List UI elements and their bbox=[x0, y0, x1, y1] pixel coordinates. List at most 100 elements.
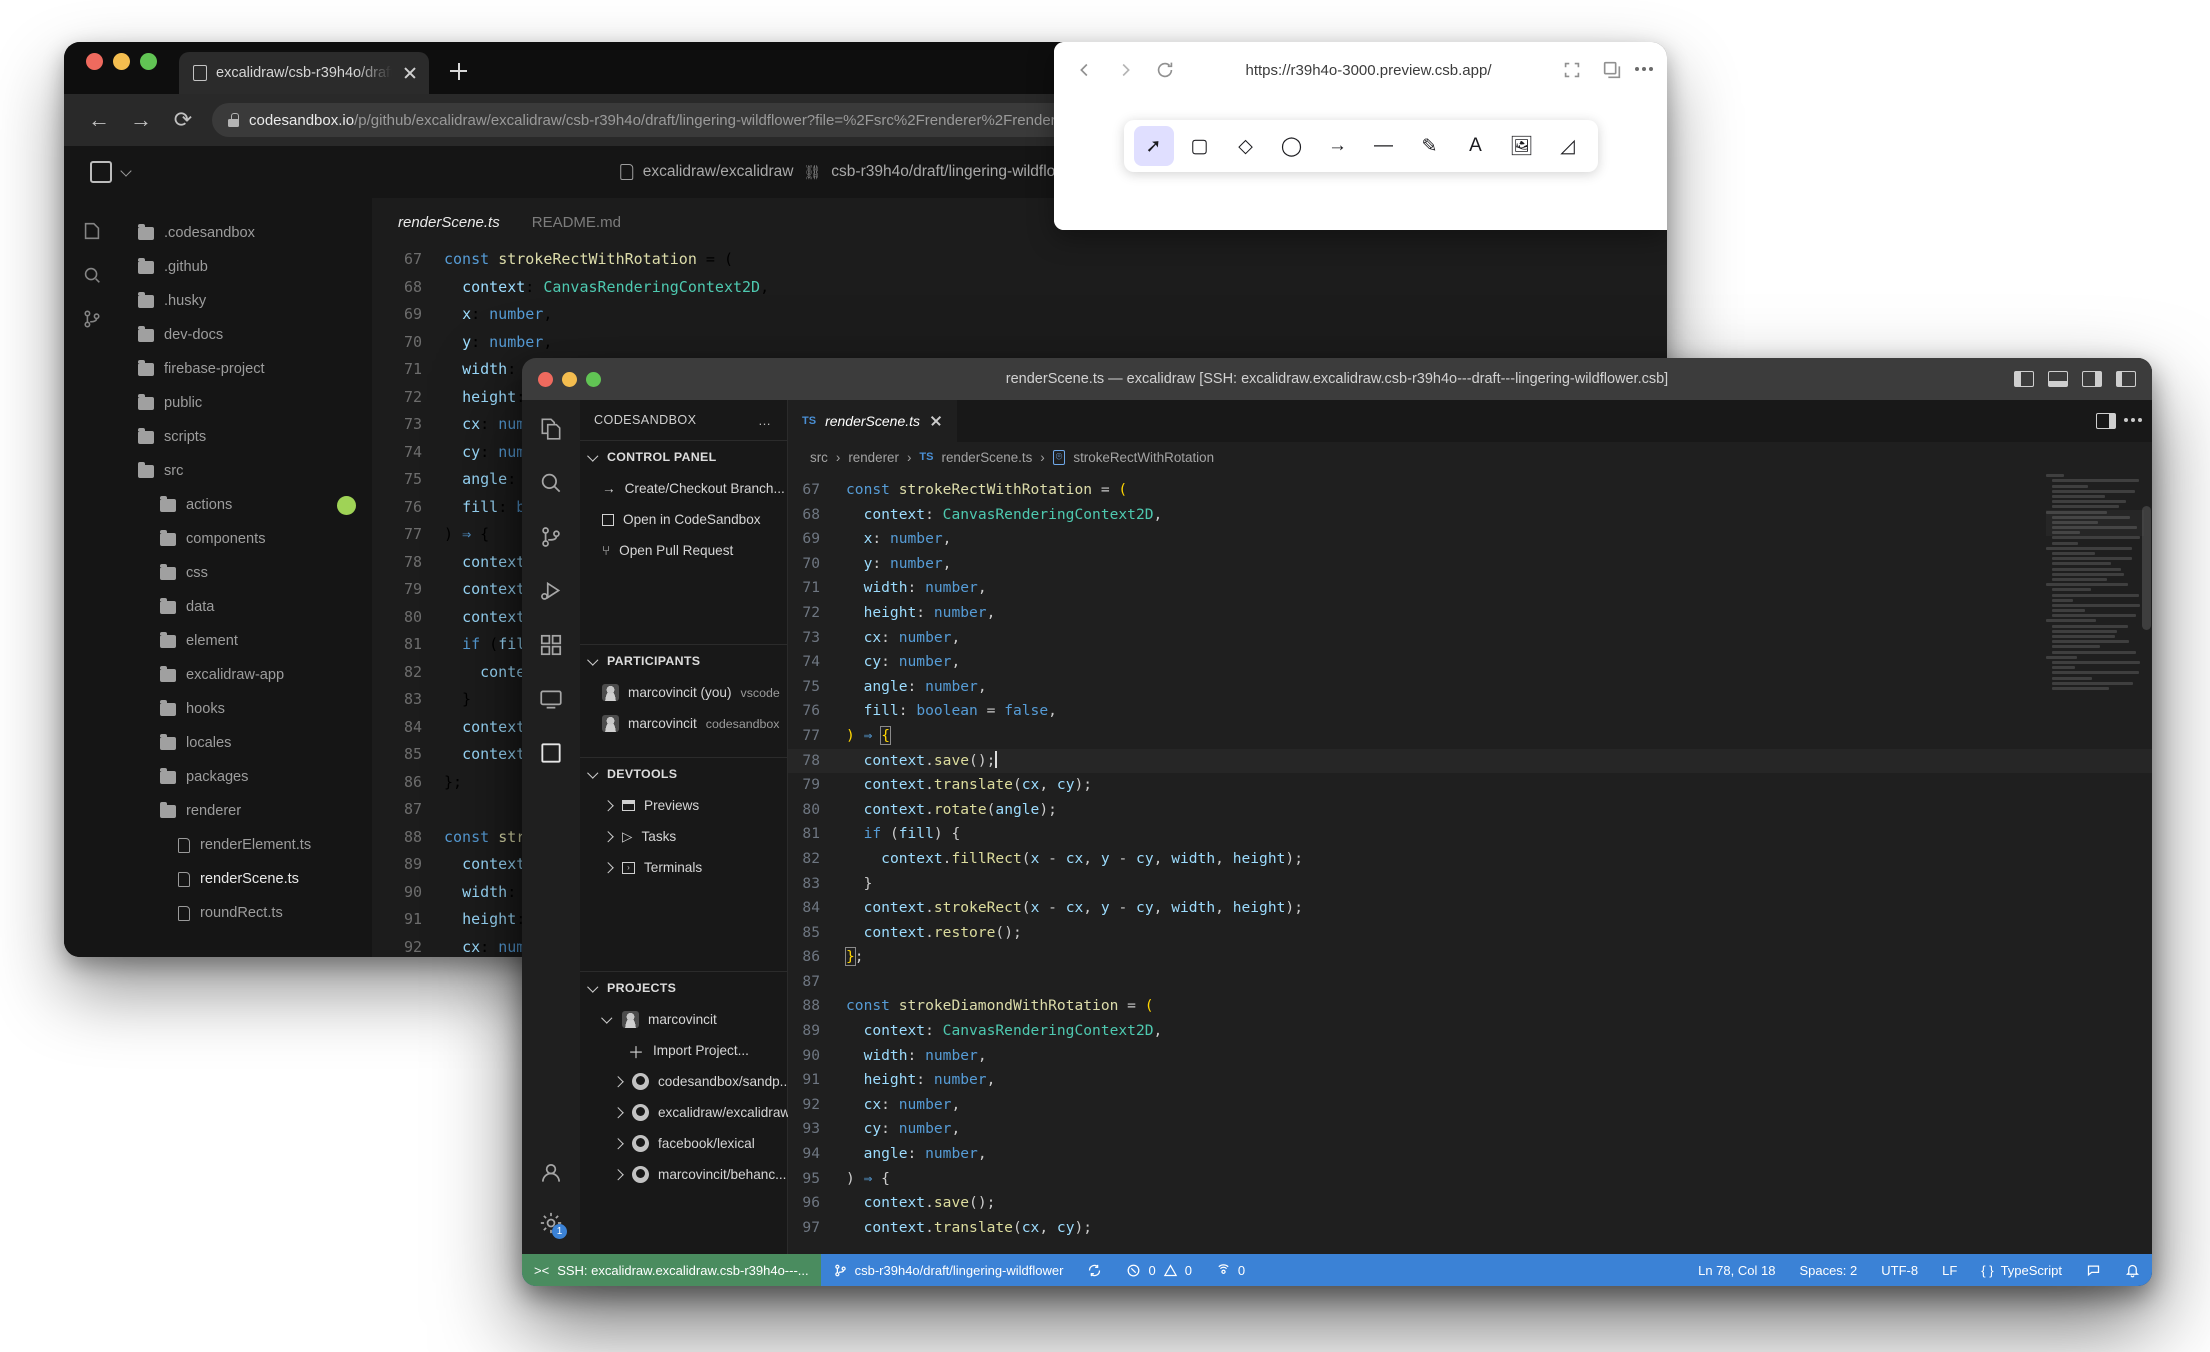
status-notifications[interactable] bbox=[2113, 1254, 2152, 1286]
status-eol[interactable]: LF bbox=[1930, 1254, 1969, 1286]
source-control-icon[interactable] bbox=[538, 524, 564, 550]
chevron-down-icon[interactable] bbox=[588, 452, 599, 463]
source-control-icon[interactable] bbox=[81, 308, 103, 330]
codesandbox-editor-tab[interactable]: README.md bbox=[532, 214, 621, 231]
sidebar-item[interactable]: ⑂Open Pull Request bbox=[580, 535, 787, 566]
file-tree-item[interactable]: scripts bbox=[120, 420, 372, 454]
file-tree-item[interactable]: renderElement.ts bbox=[120, 828, 372, 862]
browser-traffic-lights[interactable] bbox=[86, 42, 157, 94]
sidebar-item[interactable]: excalidraw/excalidraw bbox=[580, 1097, 787, 1128]
file-tree-item[interactable]: .github bbox=[120, 250, 372, 284]
sidebar-item[interactable]: →Create/Checkout Branch... bbox=[580, 473, 787, 504]
breadcrumb-src[interactable]: src bbox=[810, 450, 828, 465]
close-window-button[interactable] bbox=[86, 53, 103, 70]
chevron-down-icon[interactable] bbox=[588, 769, 599, 780]
file-tree-item[interactable]: roundRect.ts bbox=[120, 896, 372, 930]
file-tree-item[interactable]: css bbox=[120, 556, 372, 590]
chevron-right-icon[interactable] bbox=[602, 800, 613, 811]
file-tree-item[interactable]: data bbox=[120, 590, 372, 624]
sidebar-item[interactable]: marcovincit (you)vscode bbox=[580, 677, 787, 708]
preview-reload-icon[interactable] bbox=[1154, 59, 1176, 81]
accounts-icon[interactable] bbox=[538, 1160, 564, 1186]
remote-explorer-icon[interactable] bbox=[538, 686, 564, 712]
status-ssh[interactable]: >< SSH: excalidraw.excalidraw.csb-r39h4o… bbox=[522, 1254, 821, 1286]
run-and-debug-icon[interactable] bbox=[538, 578, 564, 604]
image-tool-icon[interactable]: 🖼 bbox=[1502, 126, 1542, 166]
chevron-right-icon[interactable] bbox=[612, 1107, 623, 1118]
status-indentation[interactable]: Spaces: 2 bbox=[1787, 1254, 1869, 1286]
chevron-right-icon[interactable] bbox=[602, 862, 613, 873]
chevron-right-icon[interactable] bbox=[602, 831, 613, 842]
file-tree-item[interactable]: packages bbox=[120, 760, 372, 794]
breadcrumb-file[interactable]: renderScene.ts bbox=[941, 450, 1032, 465]
file-tree-item[interactable]: renderer bbox=[120, 794, 372, 828]
files-icon[interactable] bbox=[81, 220, 103, 242]
chevron-right-icon[interactable] bbox=[612, 1138, 623, 1149]
breadcrumb-renderer[interactable]: renderer bbox=[848, 450, 899, 465]
sidebar-item[interactable]: marcovincitcodesandbox bbox=[580, 708, 787, 739]
rectangle-tool-icon[interactable]: ▢ bbox=[1180, 126, 1220, 166]
repo-name[interactable]: excalidraw/excalidraw bbox=[643, 163, 794, 181]
file-tree-item[interactable]: src bbox=[120, 454, 372, 488]
browser-tab[interactable]: excalidraw/csb-r39h4o/draft/lin bbox=[179, 52, 429, 94]
editor-tab-renderscene[interactable]: TS renderScene.ts bbox=[788, 400, 957, 442]
status-feedback[interactable] bbox=[2074, 1254, 2113, 1286]
status-language-mode[interactable]: { } TypeScript bbox=[1969, 1254, 2074, 1286]
sidebar-item[interactable]: Open in CodeSandbox bbox=[580, 504, 787, 535]
status-encoding[interactable]: UTF-8 bbox=[1869, 1254, 1930, 1286]
file-tree-item[interactable]: renderScene.ts bbox=[120, 862, 372, 896]
chevron-right-icon[interactable] bbox=[612, 1076, 623, 1087]
file-tree-item[interactable]: dev-docs bbox=[120, 318, 372, 352]
line-tool-icon[interactable]: — bbox=[1364, 126, 1404, 166]
arrow-tool-icon[interactable]: → bbox=[1318, 126, 1358, 166]
file-tree-item[interactable]: components bbox=[120, 522, 372, 556]
maximize-window-button[interactable] bbox=[140, 53, 157, 70]
sidebar-item[interactable]: ›Terminals bbox=[580, 852, 787, 883]
sidebar-section-header[interactable]: CONTROL PANEL bbox=[580, 441, 787, 473]
file-tree-item[interactable]: firebase-project bbox=[120, 352, 372, 386]
sidebar-section-header[interactable]: PARTICIPANTS bbox=[580, 645, 787, 677]
file-tree-item[interactable]: .codesandbox bbox=[120, 216, 372, 250]
codesandbox-logo-icon[interactable] bbox=[90, 161, 112, 183]
file-tree-item[interactable]: hooks bbox=[120, 692, 372, 726]
code-lines[interactable]: 67const strokeRectWithRotation = (68 con… bbox=[788, 472, 2152, 1240]
minimize-window-button[interactable] bbox=[113, 53, 130, 70]
sidebar-item[interactable]: Previews bbox=[580, 790, 787, 821]
close-tab-icon[interactable] bbox=[401, 64, 419, 82]
eraser-tool-icon[interactable]: ◿ bbox=[1548, 126, 1588, 166]
toggle-secondary-sidebar-icon[interactable] bbox=[2082, 371, 2102, 387]
code-editor-area[interactable]: 67const strokeRectWithRotation = (68 con… bbox=[788, 472, 2152, 1254]
search-icon[interactable] bbox=[538, 470, 564, 496]
codesandbox-icon[interactable] bbox=[538, 740, 564, 766]
status-branch[interactable]: csb-r39h4o/draft/lingering-wildflower bbox=[821, 1254, 1076, 1286]
explorer-icon[interactable] bbox=[538, 416, 564, 442]
chevron-down-icon[interactable] bbox=[588, 656, 599, 667]
reload-icon[interactable]: ⟳ bbox=[170, 107, 196, 133]
sidebar-item[interactable]: marcovincit/behanc... bbox=[580, 1159, 787, 1190]
preview-popout-icon[interactable] bbox=[1601, 59, 1623, 81]
branch-name[interactable]: csb-r39h4o/draft/lingering-wildflower bbox=[831, 163, 1080, 181]
preview-fullscreen-icon[interactable] bbox=[1561, 59, 1583, 81]
codesandbox-editor-tab[interactable]: renderScene.ts bbox=[398, 214, 500, 231]
file-tree-item[interactable]: public bbox=[120, 386, 372, 420]
sidebar-item[interactable]: facebook/lexical bbox=[580, 1128, 787, 1159]
search-icon[interactable] bbox=[81, 264, 103, 286]
new-tab-button[interactable] bbox=[443, 56, 473, 86]
sidebar-item[interactable]: ＋Import Project... bbox=[580, 1035, 787, 1066]
toggle-primary-sidebar-icon[interactable] bbox=[2014, 371, 2034, 387]
minimap[interactable] bbox=[2046, 472, 2144, 1254]
preview-forward-icon[interactable] bbox=[1114, 59, 1136, 81]
back-arrow-icon[interactable]: ← bbox=[86, 107, 112, 133]
file-tree-item[interactable]: excalidraw-app bbox=[120, 658, 372, 692]
preview-more-icon[interactable] bbox=[1633, 67, 1655, 73]
breadcrumb-symbol[interactable]: strokeRectWithRotation bbox=[1073, 450, 1214, 465]
file-tree-item[interactable]: actions bbox=[120, 488, 372, 522]
status-problems[interactable]: 0 0 bbox=[1114, 1254, 1203, 1286]
file-tree-item[interactable]: .husky bbox=[120, 284, 372, 318]
status-sync[interactable] bbox=[1075, 1254, 1114, 1286]
sidebar-more-icon[interactable]: … bbox=[758, 413, 773, 428]
sidebar-item[interactable]: ▷Tasks bbox=[580, 821, 787, 852]
ellipse-tool-icon[interactable]: ◯ bbox=[1272, 126, 1312, 166]
chevron-down-icon[interactable] bbox=[602, 1014, 613, 1025]
close-tab-icon[interactable] bbox=[929, 414, 943, 428]
